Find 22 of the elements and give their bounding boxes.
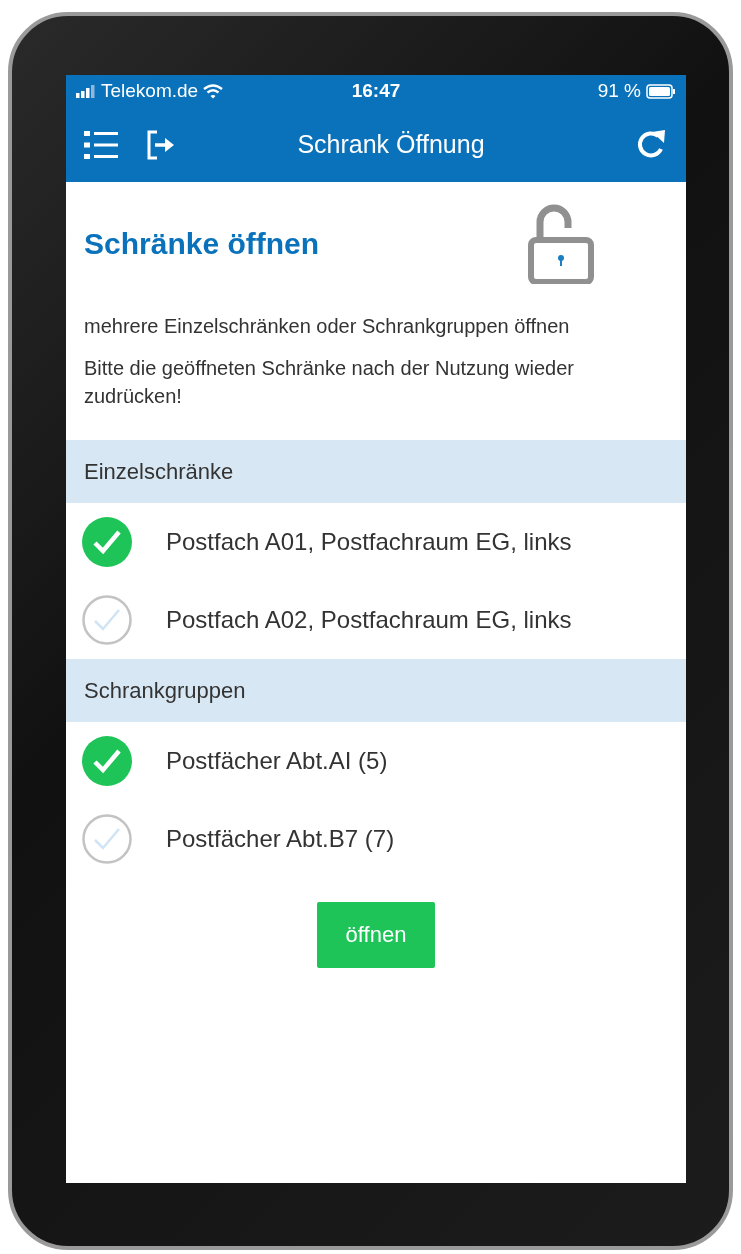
locker-label[interactable]: Postfächer Abt.B7 (7): [166, 825, 395, 853]
section-header: Schrankgruppen: [66, 659, 686, 722]
info-text: Bitte die geöffneten Schränke nach der Nutzung wieder zudrücken!: [84, 356, 575, 409]
page-heading: Schränke öffnen: [84, 227, 320, 261]
battery-percent: 91 %: [597, 80, 641, 102]
carrier-name: Telekom.de: [101, 80, 199, 102]
info-text: mehrere Einzelschränken oder Schrankgruppen öffnen: [84, 314, 571, 339]
clock-time: 16:47: [351, 80, 401, 102]
locker-label[interactable]: Postfach A02, Postfachraum EG, links: [166, 606, 572, 634]
locker-label[interactable]: Postfächer Abt.AI (5): [166, 747, 388, 775]
logout-icon[interactable]: [146, 129, 176, 160]
wifi-icon: [203, 83, 224, 99]
locker-label[interactable]: Postfach A01, Postfachraum EG, links: [166, 528, 572, 556]
check-circle-icon[interactable]: [82, 814, 132, 864]
battery-icon: [646, 83, 676, 99]
section-header: Einzelschränke: [66, 440, 686, 503]
menu-icon[interactable]: [84, 129, 118, 160]
signal-icon: [76, 84, 96, 98]
check-circle-icon[interactable]: [82, 595, 132, 645]
screen-title: Schrank Öffnung: [296, 130, 486, 159]
check-circle-icon[interactable]: [82, 736, 132, 786]
check-circle-icon[interactable]: [82, 517, 132, 567]
